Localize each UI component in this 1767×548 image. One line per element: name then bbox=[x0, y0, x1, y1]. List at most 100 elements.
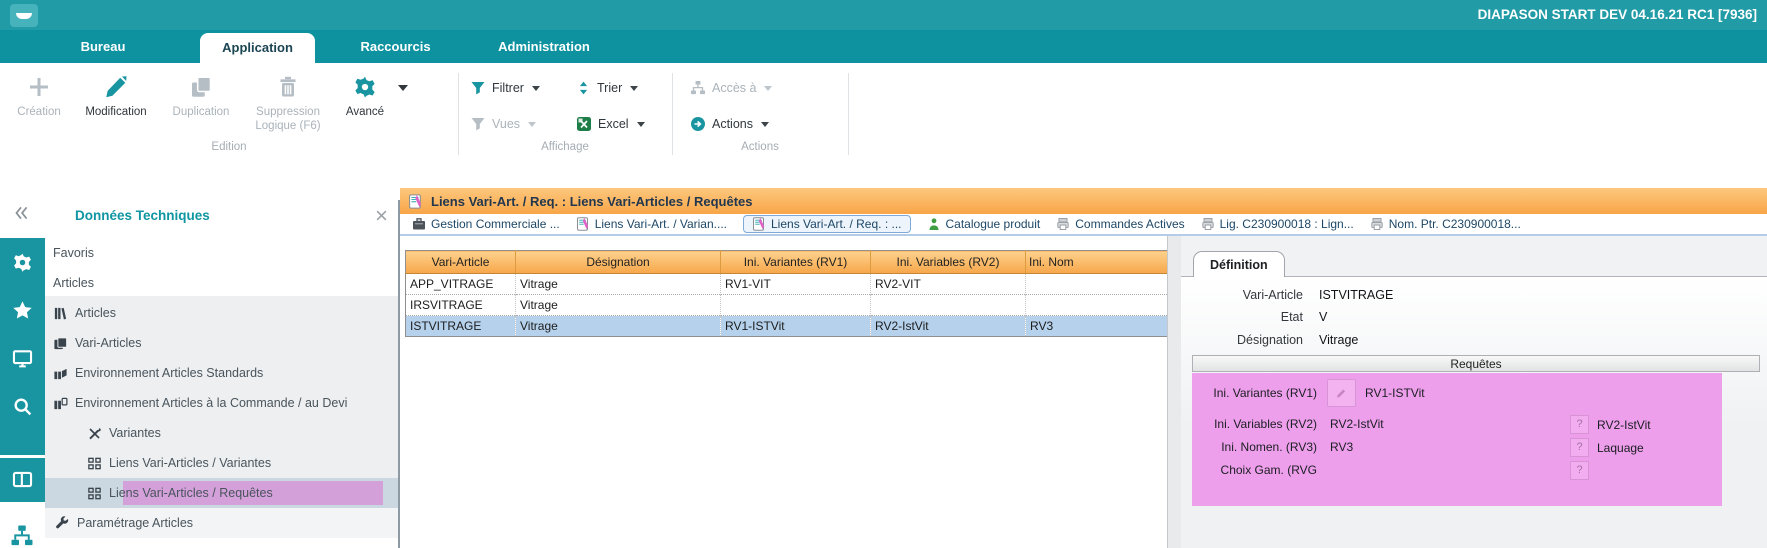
dropdown-caret[interactable] bbox=[532, 86, 540, 91]
column-header[interactable]: Ini. Nom bbox=[1026, 251, 1168, 274]
env-standard-icon bbox=[53, 366, 68, 381]
menu-application[interactable]: Application bbox=[200, 33, 315, 63]
collapse-panel-icon[interactable] bbox=[12, 204, 30, 222]
dropdown-caret[interactable] bbox=[528, 122, 536, 127]
tab-definition[interactable]: Définition bbox=[1193, 251, 1285, 277]
tree-item-favoris[interactable]: Favoris bbox=[45, 238, 406, 268]
gear-icon bbox=[353, 71, 377, 103]
note-icon bbox=[576, 217, 590, 231]
split-view-icon[interactable] bbox=[12, 469, 33, 490]
column-header[interactable]: Ini. Variantes (RV1) bbox=[721, 251, 871, 274]
cards-icon bbox=[53, 336, 68, 351]
tree-item-variantes[interactable]: Variantes bbox=[45, 418, 440, 448]
column-header[interactable]: Désignation bbox=[516, 251, 721, 274]
ribbon-separator bbox=[848, 73, 849, 155]
field-designation: Désignation Vitrage bbox=[1181, 331, 1358, 349]
pencil-icon bbox=[104, 71, 128, 103]
requetes-section: Ini. Variantes (RV1) RV1-ISTVit Ini. Var… bbox=[1192, 373, 1722, 506]
requete-right-rv2: ? RV2-IstVit bbox=[1570, 415, 1651, 434]
tab-gestion-commerciale[interactable]: Gestion Commerciale ... bbox=[412, 217, 560, 231]
edit-requete-button[interactable] bbox=[1327, 379, 1356, 407]
title-bar: DIAPASON START DEV 04.16.21 RC1 [7936] bbox=[0, 0, 1767, 30]
tree-item-liens-variantes[interactable]: Liens Vari-Articles / Variantes bbox=[45, 448, 440, 478]
definition-panel: Définition Vari-Article ISTVITRAGE Etat … bbox=[1181, 236, 1767, 548]
filtrer-button[interactable]: Filtrer bbox=[470, 75, 540, 101]
requete-row-rvg: Choix Gam. (RVG bbox=[1192, 461, 1330, 478]
app-logo-icon bbox=[10, 4, 38, 27]
tree-item-liens-requetes[interactable]: Liens Vari-Articles / Requêtes bbox=[45, 478, 440, 508]
tab-liens-variantes[interactable]: Liens Vari-Art. / Varian.... bbox=[576, 217, 727, 231]
vues-button[interactable]: Vues bbox=[470, 111, 536, 137]
tab-commandes-actives[interactable]: Commandes Actives bbox=[1056, 217, 1184, 231]
actions-button[interactable]: Actions bbox=[690, 111, 769, 137]
ribbon: Création Modification Duplication Suppre… bbox=[0, 63, 1767, 188]
close-icon[interactable] bbox=[375, 209, 388, 222]
column-header[interactable]: Vari-Article bbox=[406, 251, 516, 274]
vari-articles-table: Vari-Article Désignation Ini. Variantes … bbox=[405, 250, 1168, 337]
duplication-button[interactable]: Duplication bbox=[162, 71, 240, 120]
excel-icon bbox=[576, 116, 592, 132]
requete-row-rv3: Ini. Nomen. (RV3) RV3 bbox=[1192, 438, 1353, 455]
person-icon bbox=[927, 217, 941, 231]
tab-nom-ptr-c230900018[interactable]: Nom. Ptr. C230900018... bbox=[1370, 217, 1521, 231]
plus-icon bbox=[27, 71, 51, 103]
acces-a-button[interactable]: Accès à bbox=[690, 75, 772, 101]
search-icon[interactable] bbox=[12, 396, 33, 417]
tree-item-articles-group[interactable]: Articles bbox=[45, 268, 406, 298]
column-header[interactable]: Ini. Variables (RV2) bbox=[871, 251, 1026, 274]
tools-icon bbox=[87, 426, 102, 441]
workspace-header: Liens Vari-Art. / Req. : Liens Vari-Arti… bbox=[400, 188, 1767, 215]
table-row[interactable]: APP_VITRAGE Vitrage RV1-VIT RV2-VIT bbox=[406, 274, 1168, 295]
menu-bureau[interactable]: Bureau bbox=[48, 30, 158, 63]
tree-item-env-commande[interactable]: Environnement Articles à la Commande / a… bbox=[45, 388, 406, 418]
group-label-actions: Actions bbox=[672, 141, 848, 153]
trash-icon bbox=[276, 71, 300, 103]
pen-icon bbox=[1335, 386, 1349, 400]
hierarchy-icon bbox=[690, 80, 706, 96]
printer-icon bbox=[1056, 217, 1070, 231]
table-header-row: Vari-Article Désignation Ini. Variantes … bbox=[406, 251, 1168, 274]
books-icon bbox=[53, 306, 68, 321]
trier-button[interactable]: Trier bbox=[576, 75, 638, 101]
tree-item-env-standards[interactable]: Environnement Articles Standards bbox=[45, 358, 406, 388]
tab-lig-c230900018[interactable]: Lig. C230900018 : Lign... bbox=[1201, 217, 1354, 231]
filter-icon bbox=[470, 116, 486, 132]
tab-catalogue-produit[interactable]: Catalogue produit bbox=[927, 217, 1041, 231]
dropdown-caret[interactable] bbox=[637, 122, 645, 127]
tab-liens-requetes[interactable]: Liens Vari-Art. / Req. : ... bbox=[743, 215, 911, 233]
group-label-affichage: Affichage bbox=[458, 141, 672, 153]
requete-row-rv2: Ini. Variables (RV2) RV2-IstVit bbox=[1192, 415, 1384, 432]
wrench-icon bbox=[55, 516, 70, 531]
star-icon[interactable] bbox=[12, 300, 33, 321]
monitor-icon[interactable] bbox=[12, 348, 33, 369]
table-row[interactable]: IRSVITRAGE Vitrage bbox=[406, 295, 1168, 316]
dropdown-caret[interactable] bbox=[630, 86, 638, 91]
note-icon bbox=[408, 194, 423, 209]
field-vari-article: Vari-Article ISTVITRAGE bbox=[1181, 286, 1393, 304]
workspace-header-title: Liens Vari-Art. / Req. : Liens Vari-Arti… bbox=[431, 194, 753, 209]
menu-raccourcis[interactable]: Raccourcis bbox=[348, 30, 443, 63]
note-icon bbox=[752, 217, 766, 231]
dropdown-caret[interactable] bbox=[761, 122, 769, 127]
tree-item-parametrage[interactable]: Paramétrage Articles bbox=[45, 508, 408, 538]
help-button[interactable]: ? bbox=[1570, 461, 1589, 480]
tree-item-vari-articles[interactable]: Vari-Articles bbox=[45, 328, 406, 358]
hierarchy-icon[interactable] bbox=[10, 524, 34, 548]
copy-icon bbox=[189, 71, 213, 103]
menu-administration[interactable]: Administration bbox=[478, 30, 610, 63]
avance-button[interactable]: Avancé bbox=[336, 71, 394, 120]
tree-item-articles[interactable]: Articles bbox=[45, 298, 406, 328]
help-button[interactable]: ? bbox=[1570, 415, 1589, 434]
avance-dropdown-caret[interactable] bbox=[398, 85, 408, 91]
requete-row-rv1: Ini. Variantes (RV1) RV1-ISTVit bbox=[1192, 379, 1425, 406]
modification-button[interactable]: Modification bbox=[74, 71, 158, 120]
creation-button[interactable]: Création bbox=[10, 71, 68, 120]
help-button[interactable]: ? bbox=[1570, 438, 1589, 457]
briefcase-icon bbox=[412, 217, 426, 231]
table-row-selected[interactable]: ISTVITRAGE Vitrage RV1-ISTVit RV2-IstVit… bbox=[406, 316, 1168, 337]
requete-right-rv3: ? Laquage bbox=[1570, 438, 1644, 457]
suppression-logique-button[interactable]: Suppression Logique (F6) bbox=[244, 71, 332, 134]
excel-button[interactable]: Excel bbox=[576, 111, 645, 137]
dropdown-caret[interactable] bbox=[764, 86, 772, 91]
settings-icon[interactable] bbox=[12, 252, 33, 273]
